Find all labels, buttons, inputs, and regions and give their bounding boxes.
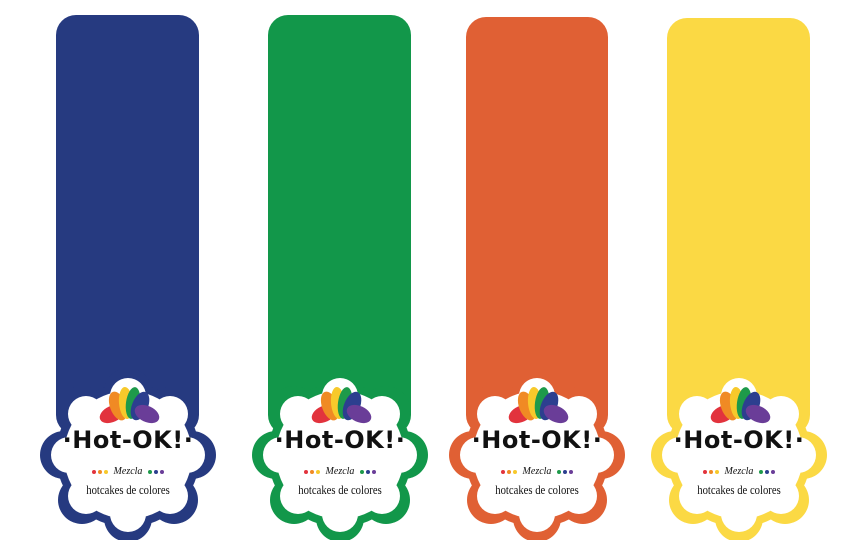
- tag-yellow: ·Hot-OK!· Mezcla hotcakes de colores: [0, 0, 850, 554]
- flavor-label: Mezcla: [724, 466, 754, 477]
- brand-name: ·Hot-OK!·: [673, 426, 805, 454]
- rainbow-fan-icon: [710, 387, 771, 424]
- flavor-row: Mezcla: [649, 466, 829, 477]
- logo-badge: ·Hot-OK!· Mezcla hotcakes de colores: [649, 370, 829, 540]
- tagline: hotcakes de colores: [697, 482, 781, 497]
